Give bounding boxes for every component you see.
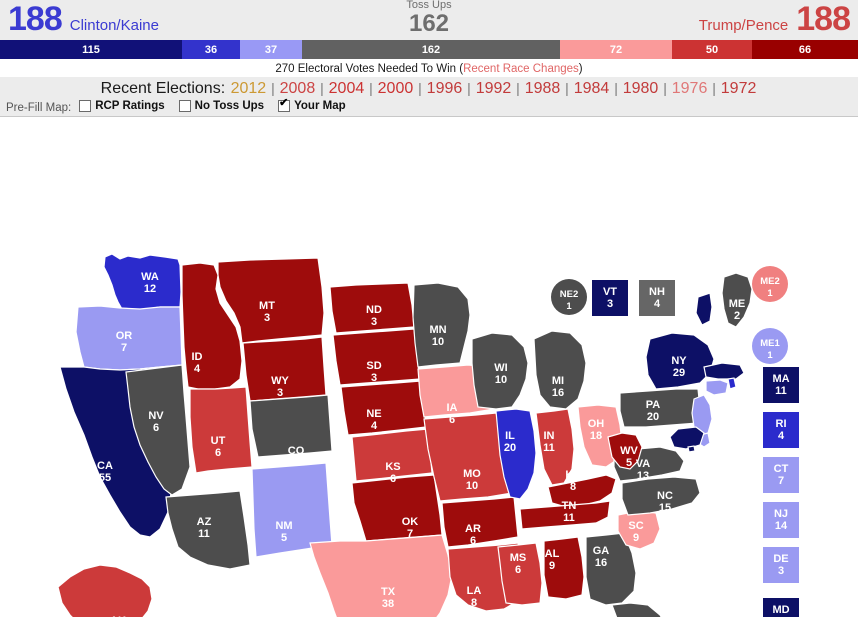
state-label-TN: TN 11	[562, 500, 577, 524]
state-label-CA: CA 55	[97, 460, 113, 484]
state-WY[interactable]	[242, 336, 327, 402]
prefill-option-no-toss-ups[interactable]: No Toss Ups	[178, 97, 265, 115]
checkbox-icon[interactable]	[278, 97, 291, 112]
prefill-option-label: Your Map	[294, 100, 346, 112]
year-separator: |	[708, 80, 720, 96]
state-FL[interactable]	[611, 602, 672, 617]
election-year-2012[interactable]: 2012	[230, 80, 268, 97]
election-year-1972[interactable]: 1972	[720, 80, 758, 97]
election-year-1984[interactable]: 1984	[573, 80, 611, 97]
state-label-VA: VA 13	[636, 458, 651, 482]
state-label-IN: IN 11	[543, 430, 555, 454]
election-year-1992[interactable]: 1992	[475, 80, 513, 97]
state-RI[interactable]	[727, 377, 737, 390]
vote-segment-4: 72	[560, 40, 672, 59]
us-map-svg[interactable]: WA 12OR 7CA 55NV 6ID 4MT 3WY 3UT 6 CO 9AZ 11NM 5ND 3S…	[0, 117, 858, 617]
state-label-MD: MD10	[772, 604, 789, 617]
state-VT[interactable]	[695, 292, 713, 326]
state-label-OH: OH 18	[588, 418, 605, 442]
year-separator: |	[561, 80, 573, 96]
prefill-option-label: No Toss Ups	[194, 100, 265, 112]
state-MD[interactable]	[669, 426, 705, 450]
republican-ticket-name: Trump/Pence	[698, 17, 789, 34]
prefill-option-rcp-ratings[interactable]: RCP Ratings	[79, 97, 165, 115]
header-scoreboard: 188 Clinton/Kaine Toss Ups 162 Trump/Pen…	[0, 0, 858, 40]
state-DC[interactable]	[687, 445, 696, 453]
election-year-2008[interactable]: 2008	[279, 80, 317, 97]
prefill-options: RCP Ratings No Toss Ups Your Map	[79, 97, 359, 118]
year-separator: |	[365, 80, 377, 96]
year-separator: |	[512, 80, 524, 96]
state-NE[interactable]	[340, 380, 427, 436]
election-year-2000[interactable]: 2000	[377, 80, 415, 97]
state-MA[interactable]	[703, 362, 745, 380]
republican-ticket: Trump/Pence 188	[691, 0, 851, 45]
state-AK[interactable]	[57, 564, 206, 617]
state-label-NC: NC 15	[657, 490, 673, 514]
republican-electoral-votes: 188	[796, 0, 851, 38]
prefill-option-your-map[interactable]: Your Map	[278, 97, 346, 115]
year-separator: |	[610, 80, 622, 96]
votes-needed-line: 270 Electoral Votes Needed To Win (Recen…	[0, 59, 858, 77]
state-WA[interactable]	[103, 253, 182, 314]
year-separator: |	[463, 80, 475, 96]
recent-elections-label: Recent Elections:	[100, 80, 226, 97]
state-label-IL: IL 20	[504, 430, 516, 454]
prefill-map-label: Pre-Fill Map:	[6, 101, 72, 114]
state-AR[interactable]	[441, 496, 519, 548]
election-year-2004[interactable]: 2004	[328, 80, 366, 97]
us-electoral-map: WA 12 OR 7 CA 55 NV 6 ID 4 MT 3 WY 3 UT 6 CO 9 AZ 11 NM 5 ND 3 S…	[0, 117, 858, 617]
election-year-1988[interactable]: 1988	[524, 80, 562, 97]
state-UT[interactable]	[189, 386, 253, 474]
state-label-MI: MI 16	[552, 375, 564, 399]
state-label-AK: AK3	[110, 615, 126, 617]
recent-elections-row: Recent Elections: 2012 | 2008 | 2004 | 2…	[0, 77, 858, 99]
state-label-MN: MN 10	[429, 324, 446, 348]
votes-needed-close-paren: )	[578, 63, 583, 75]
state-label-PA: PA 20	[646, 399, 661, 423]
state-OK[interactable]	[351, 474, 443, 542]
year-separator: |	[659, 80, 671, 96]
state-label-NY: NY 29	[671, 355, 687, 379]
year-separator: |	[267, 80, 279, 96]
year-separator: |	[414, 80, 426, 96]
state-label-NJ: NJ 14	[774, 508, 788, 532]
state-label-GA: GA 16	[593, 545, 610, 569]
state-CT[interactable]	[705, 379, 729, 396]
election-year-1980[interactable]: 1980	[622, 80, 660, 97]
vote-segment-3: 162	[302, 40, 560, 59]
votes-needed-text: 270 Electoral Votes Needed To Win (	[275, 63, 464, 75]
election-year-1976[interactable]: 1976	[671, 80, 709, 97]
state-label-TX: TX 38	[381, 586, 396, 610]
checkbox-icon[interactable]	[178, 100, 191, 112]
checkbox-icon[interactable]	[79, 100, 92, 112]
prefill-map-row: Pre-Fill Map: RCP Ratings No Toss Ups Your…	[0, 97, 858, 118]
state-label-WI: WI 10	[494, 362, 507, 386]
state-label-AZ: AZ 11	[197, 516, 212, 540]
recent-race-changes-link[interactable]: Recent Race Changes	[463, 63, 579, 75]
election-year-1996[interactable]: 1996	[426, 80, 464, 97]
vote-segment-2: 37	[240, 40, 302, 59]
vote-segment-1: 36	[182, 40, 240, 59]
prefill-option-label: RCP Ratings	[95, 100, 165, 112]
recent-elections-years: 2012 | 2008 | 2004 | 2000 | 1996 | 1992 …	[230, 80, 758, 97]
year-separator: |	[316, 80, 328, 96]
electoral-map-app: 188 Clinton/Kaine Toss Ups 162 Trump/Pen…	[0, 0, 858, 618]
